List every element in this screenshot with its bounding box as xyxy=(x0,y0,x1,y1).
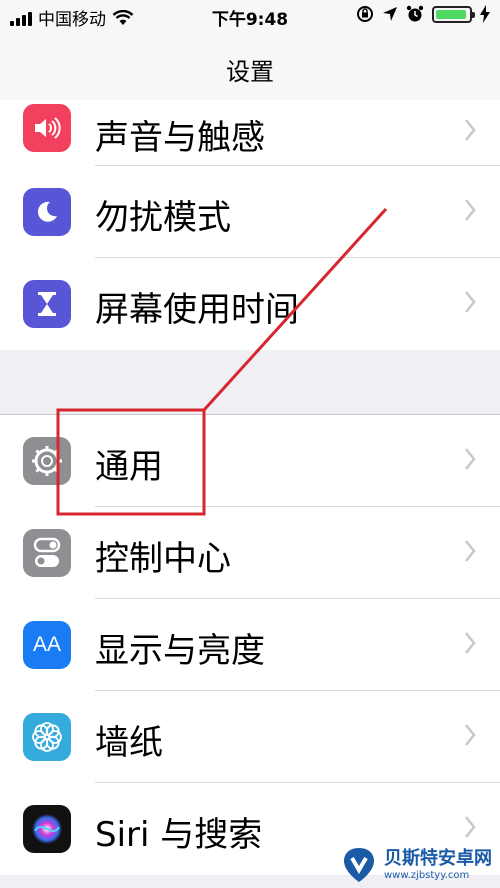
row-label: Siri 与搜索 xyxy=(95,815,263,855)
row-label: 显示与亮度 xyxy=(95,631,265,671)
speaker-icon xyxy=(23,104,71,152)
settings-row-display-brightness[interactable]: AA 显示与亮度 xyxy=(0,599,500,691)
row-label: 声音与触感 xyxy=(95,118,265,158)
siri-icon xyxy=(23,805,71,853)
watermark-logo-icon xyxy=(344,848,374,882)
watermark: 贝斯特安卓网 www.zjbstyy.com xyxy=(340,846,492,884)
settings-row-wallpaper[interactable]: 墙纸 xyxy=(0,691,500,783)
moon-icon xyxy=(23,188,71,236)
row-label: 勿扰模式 xyxy=(95,198,231,238)
battery-icon xyxy=(432,5,475,23)
text-size-icon: AA xyxy=(23,621,71,669)
alarm-icon xyxy=(406,5,424,22)
settings-group-1: 声音与触感 勿扰模式 屏幕使用时间 xyxy=(0,100,500,350)
settings-screen: 中国移动 下午9:48 设置 声音与触感 勿扰模式 屏幕使用时间 通用 控制中心… xyxy=(0,0,500,888)
chevron-right-icon xyxy=(465,540,476,562)
rotation-lock-icon xyxy=(357,6,373,22)
chevron-right-icon xyxy=(465,119,476,141)
status-bar: 中国移动 下午9:48 xyxy=(0,0,500,34)
gear-icon xyxy=(23,437,71,485)
settings-row-control-center[interactable]: 控制中心 xyxy=(0,507,500,599)
row-label: 墙纸 xyxy=(95,723,163,763)
settings-row-screen-time[interactable]: 屏幕使用时间 xyxy=(0,258,500,350)
nav-bar: 设置 xyxy=(0,34,500,101)
hourglass-icon xyxy=(23,280,71,328)
settings-row-general[interactable]: 通用 xyxy=(0,415,500,507)
charging-icon xyxy=(480,5,490,23)
row-label: 屏幕使用时间 xyxy=(95,290,299,330)
settings-group-2: 通用 控制中心 AA 显示与亮度 墙纸 Siri 与搜索 xyxy=(0,414,500,875)
toggles-icon xyxy=(23,529,71,577)
chevron-right-icon xyxy=(465,448,476,470)
settings-row-sounds[interactable]: 声音与触感 xyxy=(0,100,500,166)
chevron-right-icon xyxy=(465,724,476,746)
row-label: 通用 xyxy=(95,447,163,487)
watermark-title: 贝斯特安卓网 xyxy=(384,847,492,869)
flower-icon xyxy=(23,713,71,761)
chevron-right-icon xyxy=(465,199,476,221)
text-size-glyph: AA xyxy=(32,633,61,656)
watermark-url: www.zjbstyy.com xyxy=(384,869,470,881)
status-right xyxy=(356,5,490,23)
row-label: 控制中心 xyxy=(95,539,231,579)
chevron-right-icon xyxy=(465,632,476,654)
settings-row-do-not-disturb[interactable]: 勿扰模式 xyxy=(0,166,500,258)
chevron-right-icon xyxy=(465,291,476,313)
chevron-right-icon xyxy=(465,816,476,838)
page-title: 设置 xyxy=(226,58,274,86)
location-icon xyxy=(383,7,397,21)
